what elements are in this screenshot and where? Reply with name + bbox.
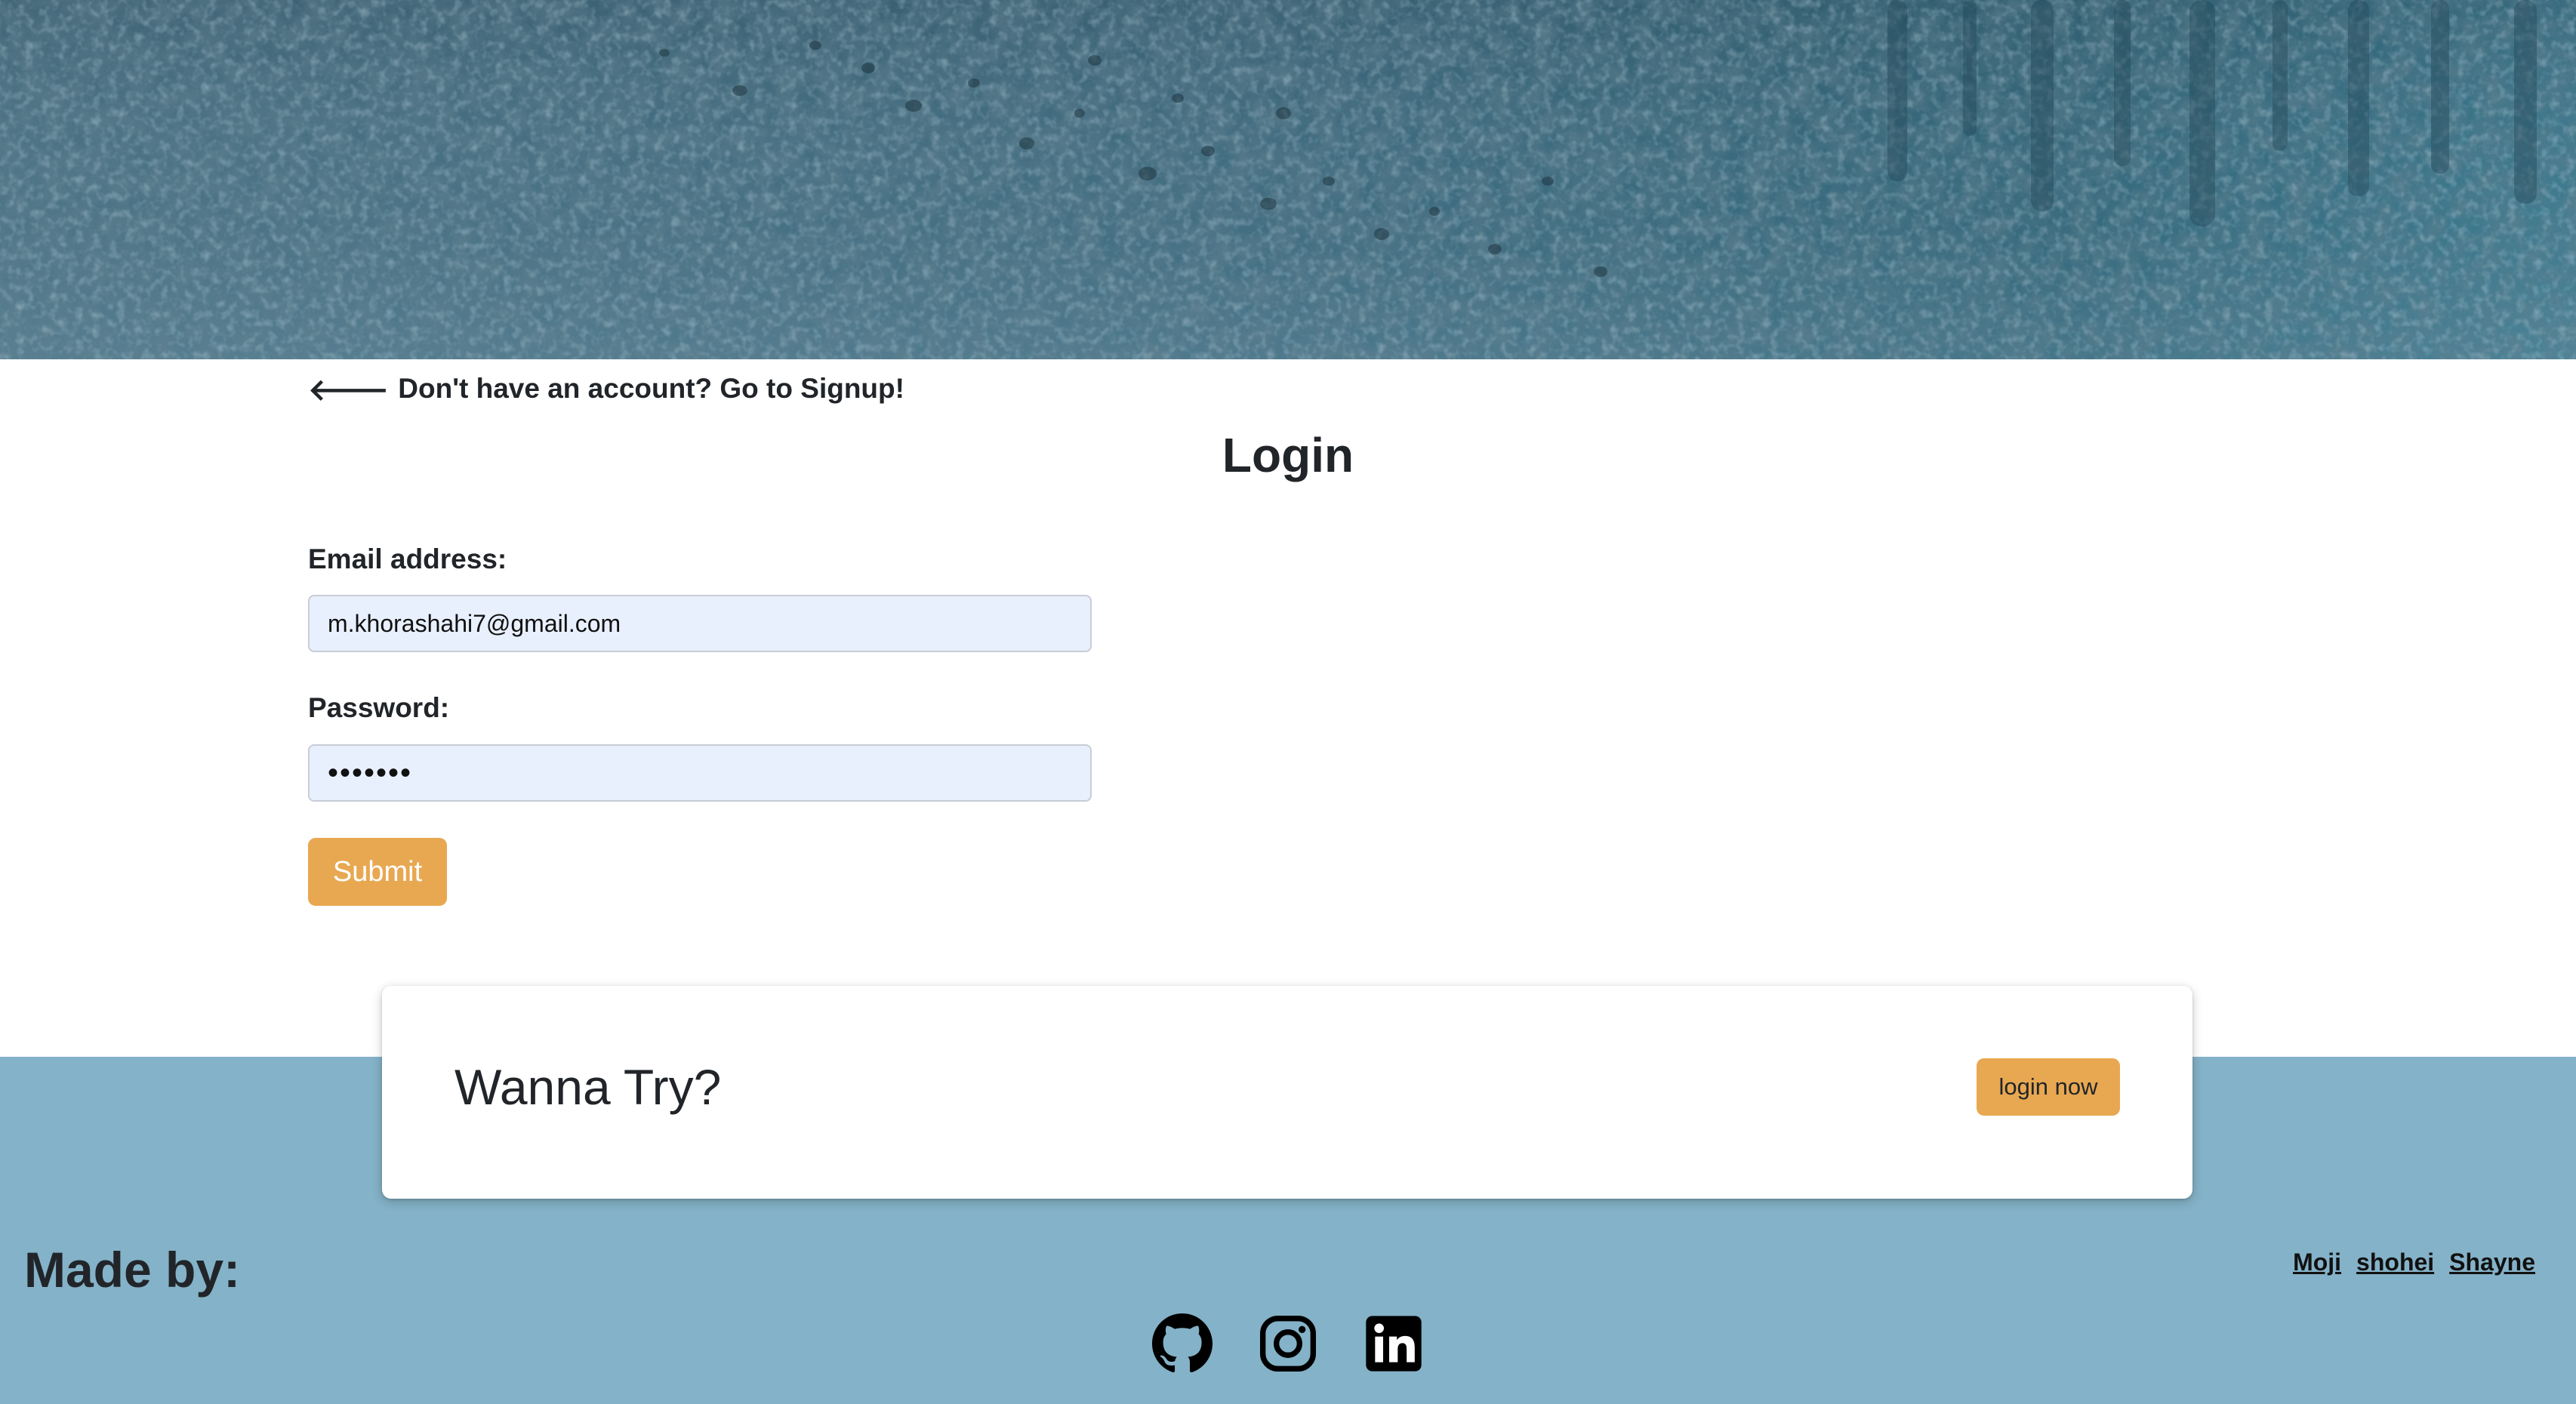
signup-link-label: Don't have an account? Go to Signup!: [398, 373, 904, 404]
submit-button[interactable]: Submit: [308, 838, 447, 906]
signup-link[interactable]: 🡐 Don't have an account? Go to Signup!: [308, 368, 904, 409]
page: 🡐 Don't have an account? Go to Signup! L…: [0, 0, 2576, 1404]
made-by-heading: Made by:: [24, 1242, 241, 1298]
social-links: [0, 1313, 2576, 1374]
login-now-button[interactable]: login now: [1977, 1058, 2120, 1116]
arrow-left-icon: 🡐: [308, 373, 390, 407]
email-field[interactable]: [308, 595, 1092, 652]
cta-card: Wanna Try? login now: [382, 986, 2192, 1199]
author-link-shayne[interactable]: Shayne: [2449, 1249, 2535, 1276]
author-link-shohei[interactable]: shohei: [2356, 1249, 2434, 1276]
page-title: Login: [1222, 428, 1354, 482]
email-label: Email address:: [308, 543, 507, 574]
password-field[interactable]: [308, 744, 1092, 802]
password-label: Password:: [308, 692, 450, 723]
instagram-icon[interactable]: [1258, 1313, 1318, 1374]
hero-banner-image: [0, 0, 2576, 359]
author-links: Moji shohei Shayne: [2293, 1249, 2535, 1276]
linkedin-icon[interactable]: [1363, 1313, 1424, 1374]
author-link-moji[interactable]: Moji: [2293, 1249, 2341, 1276]
cta-title: Wanna Try?: [454, 1059, 722, 1115]
github-icon[interactable]: [1152, 1313, 1213, 1374]
